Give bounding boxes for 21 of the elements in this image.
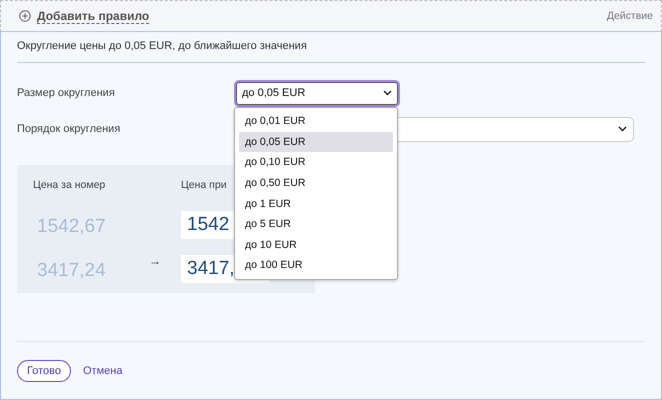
- column-heading: Цена за номер: [33, 179, 106, 193]
- source-price: 3417,24: [36, 259, 107, 283]
- select-field[interactable]: до 0,05 EUR: [234, 80, 400, 106]
- field-label: Порядок округления: [17, 123, 122, 135]
- dropdown-option[interactable]: до 0,50 EUR: [239, 172, 393, 194]
- dropdown-option[interactable]: до 1 EUR: [239, 193, 393, 214]
- column-heading: Цена при: [181, 179, 227, 193]
- add-rule-button[interactable]: Добавить правило: [19, 8, 150, 24]
- chevron-down-icon: [618, 126, 627, 132]
- dropdown-option[interactable]: до 0,01 EUR: [239, 111, 393, 132]
- dropdown-option[interactable]: до 0,05 EUR: [239, 132, 393, 152]
- source-price: 1542,67: [36, 215, 107, 239]
- rule-summary: Округление цены до 0,05 EUR, до ближайшего значения: [17, 32, 645, 63]
- chevron-down-icon: [382, 90, 392, 96]
- column-label: Действие: [606, 10, 653, 22]
- cancel-link[interactable]: Отмена: [82, 364, 122, 376]
- arrow-text: →: [149, 254, 162, 268]
- field-label: Размер округления: [17, 87, 116, 99]
- dropdown-option[interactable]: до 0,10 EUR: [239, 152, 393, 173]
- plus-circle-icon: [19, 10, 31, 22]
- done-button[interactable]: Готово: [17, 360, 71, 382]
